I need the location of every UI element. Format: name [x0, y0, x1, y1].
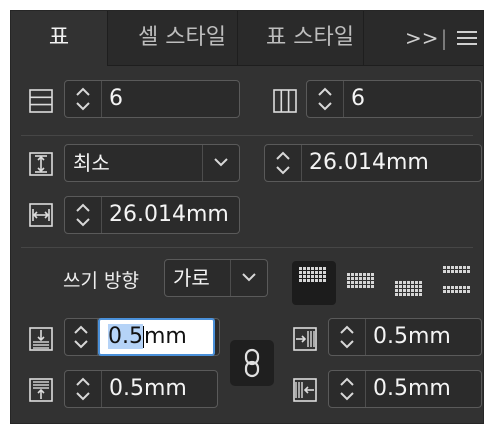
top-inset-field[interactable]: 0.5mm — [64, 318, 220, 356]
overflow-icon: >> — [405, 26, 439, 50]
left-inset-value[interactable]: 0.5mm — [373, 319, 451, 355]
row-height-field[interactable]: 26.014mm — [264, 144, 482, 182]
right-inset-stepper[interactable] — [329, 371, 366, 407]
column-width-stepper[interactable] — [65, 197, 102, 233]
alignment-group — [292, 261, 482, 305]
dropdown-toggle[interactable] — [230, 260, 267, 296]
overflow-tabs-button[interactable]: >> — [405, 11, 439, 65]
rows-field[interactable]: 6 — [64, 80, 240, 118]
bottom-inset-stepper[interactable] — [65, 371, 102, 407]
tab-divider — [363, 11, 364, 65]
writing-direction-label: 쓰기 방향 — [63, 270, 139, 292]
columns-stepper[interactable] — [307, 81, 344, 117]
top-inset-stepper[interactable] — [65, 319, 98, 355]
align-bottom-icon — [395, 281, 422, 296]
stepper-arrows-icon — [76, 203, 90, 227]
chain-link-icon — [244, 348, 260, 378]
row-height-mode-value: 최소 — [73, 151, 110, 175]
bottom-inset-icon — [29, 378, 53, 402]
align-bottom-button[interactable] — [388, 261, 432, 305]
writing-direction-dropdown[interactable]: 가로 — [164, 259, 268, 297]
tab-table-style[interactable]: 표 스타일 — [247, 11, 373, 65]
columns-field[interactable]: 6 — [306, 80, 482, 118]
section-divider — [21, 247, 473, 248]
right-inset-icon — [293, 378, 317, 402]
chevron-down-icon — [214, 158, 228, 167]
left-inset-stepper[interactable] — [329, 319, 366, 355]
table-panel: 표 셀 스타일 표 스타일 >> | 6 6 최소 26.014mm 26.01… — [10, 10, 484, 424]
row-height-mode-dropdown[interactable]: 최소 — [64, 144, 240, 182]
tabbar-divider: | — [440, 26, 448, 50]
rows-stepper[interactable] — [65, 81, 102, 117]
align-justify-button[interactable] — [436, 261, 480, 305]
align-top-icon — [299, 267, 326, 282]
tab-cell-style-label: 셀 스타일 — [138, 25, 226, 50]
tab-divider — [237, 11, 238, 65]
stepper-arrows-icon — [276, 151, 290, 175]
tab-bar: 표 셀 스타일 표 스타일 >> | — [11, 11, 483, 66]
rows-value[interactable]: 6 — [109, 81, 123, 117]
align-justify-icon — [443, 266, 470, 293]
dropdown-toggle[interactable] — [202, 145, 239, 181]
stepper-arrows-icon — [340, 325, 354, 349]
align-middle-icon — [347, 273, 374, 288]
column-width-field[interactable]: 26.014mm — [64, 196, 240, 234]
stepper-arrows-icon — [74, 325, 88, 349]
bottom-inset-value[interactable]: 0.5mm — [109, 371, 187, 407]
left-inset-field[interactable]: 0.5mm — [328, 318, 482, 356]
top-inset-icon — [29, 327, 53, 351]
stepper-arrows-icon — [318, 87, 332, 111]
section-divider — [21, 135, 473, 136]
hamburger-menu-icon — [457, 31, 477, 45]
chevron-down-icon — [242, 273, 256, 282]
column-width-icon — [29, 203, 53, 227]
selected-text: 0.5 — [108, 324, 143, 349]
row-height-icon — [29, 152, 53, 176]
tab-cell-style[interactable]: 셀 스타일 — [119, 11, 245, 65]
tab-table[interactable]: 표 — [11, 11, 108, 66]
link-insets-button[interactable] — [230, 340, 274, 386]
top-inset-input[interactable]: 0.5mm — [98, 318, 215, 356]
left-inset-icon — [293, 327, 317, 351]
tab-table-style-label: 표 스타일 — [266, 25, 354, 50]
row-height-value[interactable]: 26.014mm — [309, 145, 429, 181]
stepper-arrows-icon — [76, 87, 90, 111]
column-width-value[interactable]: 26.014mm — [109, 197, 229, 233]
stepper-arrows-icon — [76, 377, 90, 401]
right-inset-value[interactable]: 0.5mm — [373, 371, 451, 407]
stepper-arrows-icon — [340, 377, 354, 401]
columns-value[interactable]: 6 — [351, 81, 365, 117]
table-rows-icon — [29, 89, 53, 113]
tab-table-label: 표 — [48, 25, 70, 50]
table-columns-icon — [273, 89, 297, 113]
unit-text: mm — [144, 324, 187, 349]
right-inset-field[interactable]: 0.5mm — [328, 370, 482, 408]
align-middle-button[interactable] — [340, 261, 384, 305]
writing-direction-value: 가로 — [173, 266, 210, 290]
panel-menu-button[interactable] — [455, 11, 479, 65]
bottom-inset-field[interactable]: 0.5mm — [64, 370, 218, 408]
align-top-button[interactable] — [292, 261, 336, 305]
row-height-stepper[interactable] — [265, 145, 302, 181]
